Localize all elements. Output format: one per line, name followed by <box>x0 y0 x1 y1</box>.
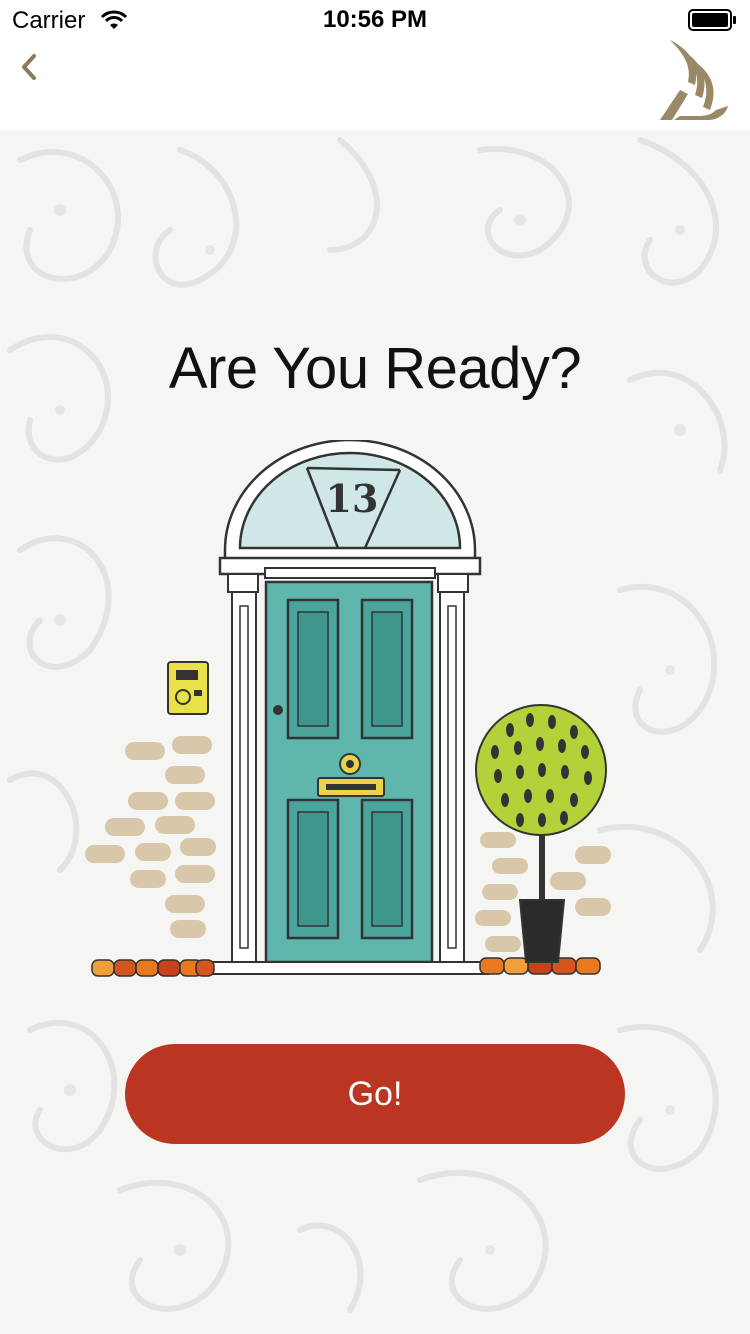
main-content: Are You Ready? 13 Go! <box>0 130 750 1334</box>
cobbles-left <box>91 959 215 977</box>
door-number: 13 <box>326 476 379 521</box>
battery-icon <box>688 9 736 31</box>
intercom-icon <box>167 661 209 715</box>
door-step <box>207 961 489 975</box>
back-button[interactable] <box>14 50 50 90</box>
page-title: Are You Ready? <box>168 336 582 401</box>
nav-bar <box>0 40 750 130</box>
bricks-left <box>85 736 216 938</box>
door-knob <box>273 705 283 715</box>
bird-logo-icon <box>660 40 728 120</box>
chevron-left-icon <box>22 54 36 80</box>
door-illustration: 13 <box>85 440 611 977</box>
status-bar: Carrier 10:56 PM <box>0 0 750 40</box>
clock: 10:56 PM <box>322 6 428 33</box>
go-button[interactable]: Go! <box>125 1044 625 1144</box>
